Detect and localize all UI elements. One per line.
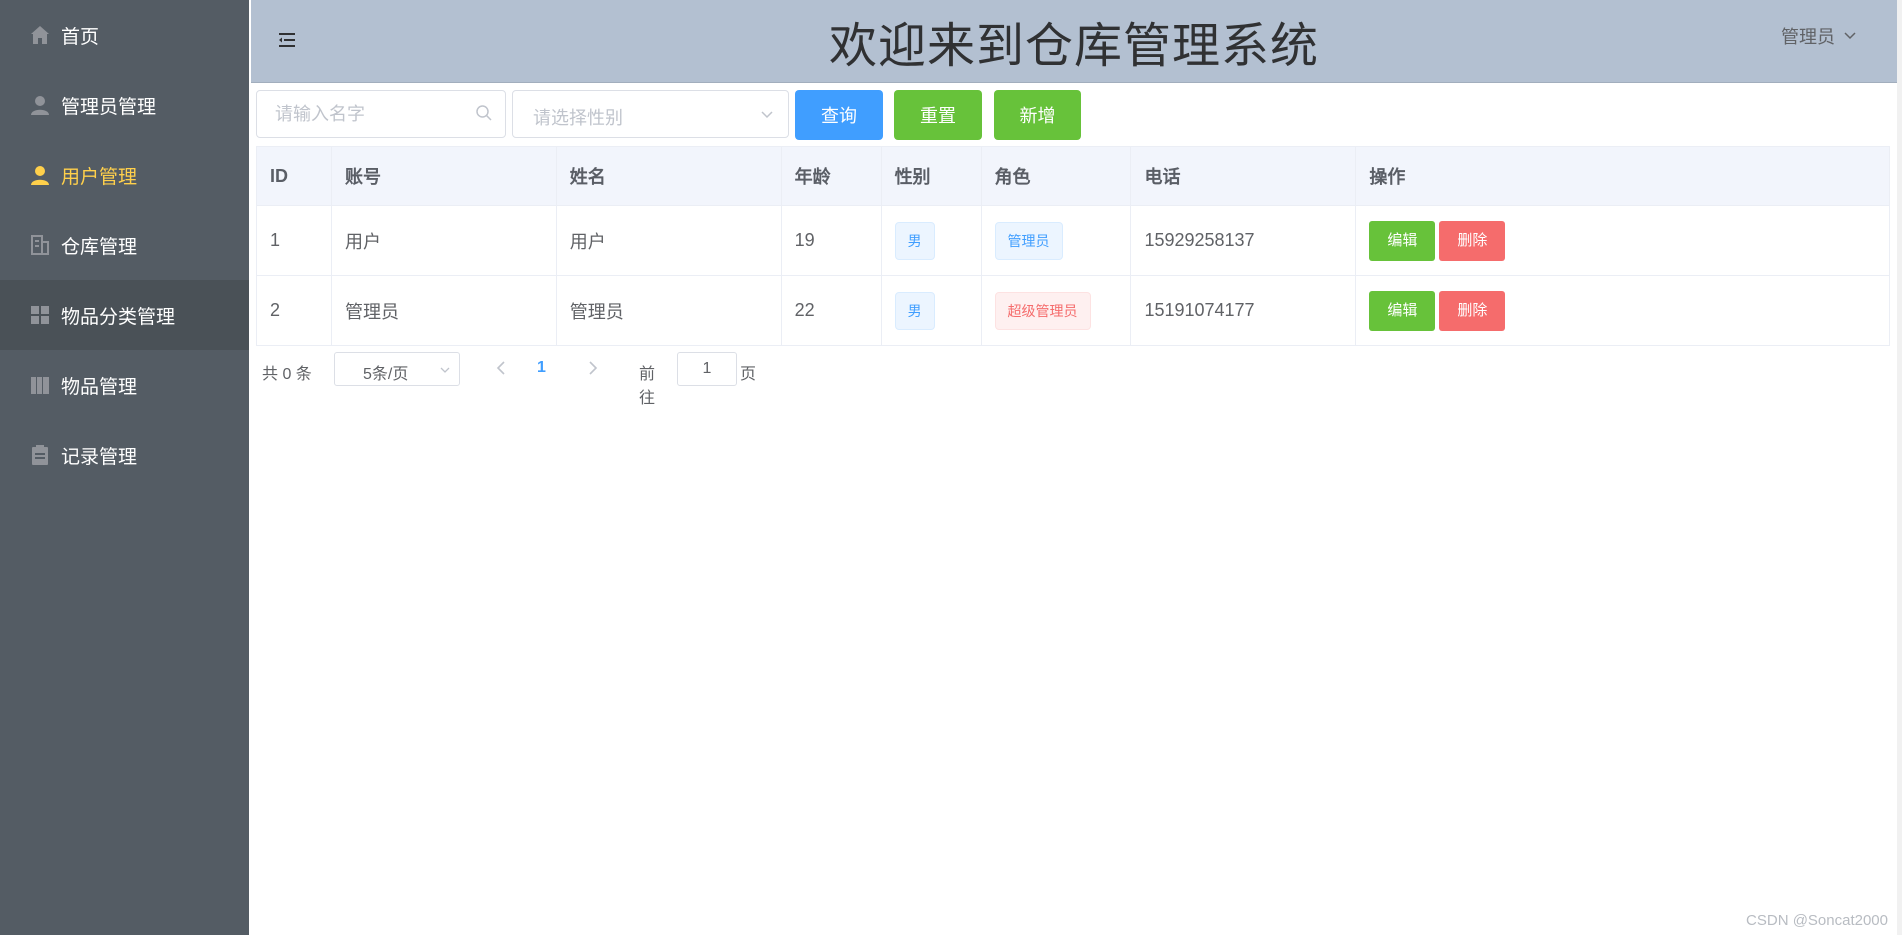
scrollbar[interactable] — [1897, 0, 1902, 935]
gender-tag: 男 — [894, 291, 935, 330]
cell-actions: 编辑 删除 — [1355, 275, 1890, 346]
search-icon — [476, 105, 492, 121]
column-header: 账号 — [331, 146, 557, 206]
pagination-total: 共 0 条 — [262, 366, 312, 383]
add-button[interactable]: 新增 — [994, 90, 1081, 140]
sidebar-item-label: 管理员管理 — [61, 97, 157, 118]
cell-account: 管理员 — [331, 275, 557, 346]
role-tag: 管理员 — [994, 221, 1063, 260]
sidebar-item-label: 首页 — [61, 27, 100, 48]
column-header: 电话 — [1130, 146, 1357, 206]
table-row: 2 管理员 管理员 22 男 超级管理员 15191074177 编辑 删除 — [256, 275, 1890, 346]
edit-button[interactable]: 编辑 — [1369, 220, 1436, 261]
table-header-row: ID 账号 姓名 年龄 性别 角色 电话 操作 — [256, 146, 1890, 206]
column-header: 操作 — [1355, 146, 1890, 206]
page-size-value: 5条/页 — [363, 366, 409, 383]
page-size-select[interactable]: 5条/页 — [334, 352, 460, 386]
edit-button[interactable]: 编辑 — [1369, 290, 1436, 331]
sidebar-item-label: 记录管理 — [61, 447, 138, 468]
user-solid-icon — [31, 166, 49, 185]
next-page-icon[interactable] — [580, 356, 604, 380]
gender-tag: 男 — [894, 221, 935, 260]
sidebar: 首页 管理员管理 用户管理 仓库管理 物品分类管理 物品管理 记录管理 — [0, 0, 249, 935]
cell-phone: 15191074177 — [1130, 275, 1357, 346]
goto-label: 前往 — [639, 366, 656, 407]
gender-select[interactable]: 请选择性别 — [512, 90, 789, 138]
sidebar-item-goods[interactable]: 物品管理 — [0, 350, 249, 420]
column-header: 年龄 — [781, 146, 882, 206]
watermark: CSDN @Soncat2000 — [1746, 912, 1888, 929]
goto-page-input[interactable] — [677, 352, 737, 386]
sidebar-item-label: 物品分类管理 — [61, 307, 176, 328]
chevron-down-icon — [761, 111, 773, 119]
cell-account: 用户 — [331, 205, 557, 276]
cell-id: 1 — [256, 205, 332, 276]
cell-gender: 男 — [881, 205, 982, 276]
user-icon — [31, 96, 49, 115]
cell-phone: 15929258137 — [1130, 205, 1357, 276]
sidebar-item-category[interactable]: 物品分类管理 — [0, 280, 249, 350]
goto-suffix: 页 — [740, 366, 757, 383]
office-building-icon — [31, 235, 49, 255]
delete-button[interactable]: 删除 — [1439, 220, 1506, 261]
cell-role: 超级管理员 — [981, 275, 1132, 346]
sidebar-item-home[interactable]: 首页 — [0, 0, 249, 70]
page-title: 欢迎来到仓库管理系统 — [828, 20, 1319, 73]
role-tag: 超级管理员 — [994, 291, 1091, 330]
current-page-number[interactable]: 1 — [537, 359, 546, 377]
sidebar-item-label: 用户管理 — [61, 167, 138, 188]
delete-button[interactable]: 删除 — [1439, 290, 1506, 331]
cell-role: 管理员 — [981, 205, 1132, 276]
menu-fold-icon[interactable] — [277, 30, 297, 50]
cell-id: 2 — [256, 275, 332, 346]
cell-name: 用户 — [556, 205, 782, 276]
column-header: 性别 — [881, 146, 982, 206]
reset-button[interactable]: 重置 — [894, 90, 982, 140]
collection-icon — [31, 377, 49, 394]
user-dropdown[interactable]: 管理员 — [1781, 23, 1857, 49]
cell-name: 管理员 — [556, 275, 782, 346]
gender-select-placeholder: 请选择性别 — [533, 108, 623, 128]
cell-age: 19 — [781, 205, 882, 276]
sidebar-item-label: 仓库管理 — [61, 237, 138, 258]
sidebar-item-label: 物品管理 — [61, 377, 138, 398]
query-button[interactable]: 查询 — [795, 90, 883, 140]
prev-page-icon[interactable] — [490, 356, 514, 380]
grid-icon — [31, 306, 49, 324]
sidebar-item-users[interactable]: 用户管理 — [0, 140, 249, 210]
name-search-input[interactable] — [256, 90, 506, 138]
user-table: ID 账号 姓名 年龄 性别 角色 电话 操作 1 用户 用户 19 男 管理员… — [256, 146, 1890, 346]
chevron-down-icon — [1844, 32, 1856, 40]
home-icon — [31, 26, 49, 44]
cell-gender: 男 — [881, 275, 982, 346]
sidebar-item-admin[interactable]: 管理员管理 — [0, 70, 249, 140]
clipboard-icon — [32, 445, 48, 465]
cell-actions: 编辑 删除 — [1355, 205, 1890, 276]
column-header: 姓名 — [556, 146, 782, 206]
column-header: ID — [256, 146, 332, 206]
sidebar-item-warehouse[interactable]: 仓库管理 — [0, 210, 249, 280]
header: 欢迎来到仓库管理系统 管理员 — [251, 0, 1897, 83]
chevron-down-icon — [440, 367, 450, 373]
table-row: 1 用户 用户 19 男 管理员 15929258137 编辑 删除 — [256, 205, 1890, 276]
sidebar-item-records[interactable]: 记录管理 — [0, 420, 249, 490]
column-header: 角色 — [981, 146, 1132, 206]
cell-age: 22 — [781, 275, 882, 346]
user-name: 管理员 — [1781, 27, 1835, 47]
